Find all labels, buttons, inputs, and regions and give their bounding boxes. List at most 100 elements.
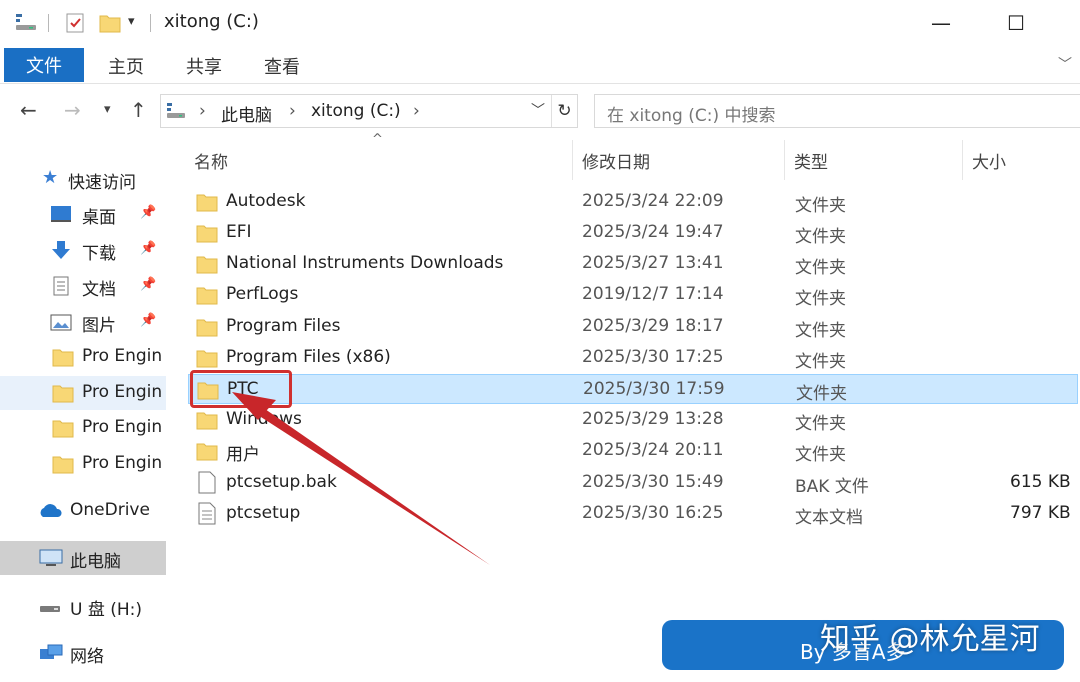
column-divider[interactable] — [572, 140, 573, 180]
search-input[interactable]: 在 xitong (C:) 中搜索 — [607, 101, 776, 126]
file-row-ptcsetup[interactable]: ptcsetup 2025/3/30 16:25 文本文档 797 KB — [188, 499, 1078, 529]
file-date: 2025/3/30 17:59 — [583, 379, 725, 399]
file-icon — [198, 471, 216, 494]
file-name: PerfLogs — [226, 284, 299, 304]
minimize-button[interactable]: — — [926, 10, 956, 36]
file-row-perflogs[interactable]: PerfLogs 2019/12/7 17:14 文件夹 — [188, 280, 1078, 310]
properties-icon[interactable] — [64, 12, 86, 34]
sidebar-item-pro-engineer-2[interactable]: Pro Engin — [0, 376, 166, 410]
sidebar-item-label: Pro Engin — [82, 382, 163, 402]
sidebar-item-desktop[interactable]: 桌面 📌 — [0, 197, 166, 231]
sidebar-item-documents[interactable]: 文档 📌 — [0, 269, 166, 303]
file-date: 2025/3/24 19:47 — [582, 222, 724, 242]
file-type: 文件夹 — [795, 196, 846, 216]
file-list: ^ 名称 修改日期 类型 大小 Autodesk 2025/3/24 22:09… — [176, 132, 1080, 682]
sidebar-item-onedrive[interactable]: OneDrive — [0, 494, 166, 528]
folder-icon — [52, 385, 74, 403]
pin-icon: 📌 — [140, 313, 157, 328]
sidebar-item-label: 文档 — [82, 280, 116, 300]
address-bar[interactable]: › 此电脑 › xitong (C:) › ﹀ ↻ — [160, 94, 578, 128]
file-name: ptcsetup — [226, 503, 301, 523]
new-folder-icon[interactable] — [98, 12, 122, 34]
maximize-button[interactable]: ☐ — [1001, 10, 1031, 36]
file-row-efi[interactable]: EFI 2025/3/24 19:47 文件夹 — [188, 218, 1078, 248]
file-date: 2025/3/27 13:41 — [582, 253, 724, 273]
column-header-name[interactable]: 名称 — [194, 148, 228, 173]
sidebar-item-label: Pro Engin — [82, 453, 163, 473]
sidebar-item-pro-engineer-1[interactable]: Pro Engin — [0, 340, 166, 374]
file-date: 2025/3/30 15:49 — [582, 472, 724, 492]
file-row-ptcsetup-bak[interactable]: ptcsetup.bak 2025/3/30 15:49 BAK 文件 615 … — [188, 468, 1078, 498]
recent-locations-button[interactable]: ▾ — [104, 102, 111, 117]
breadcrumb-chevron-icon[interactable]: › — [413, 101, 420, 121]
column-header-type[interactable]: 类型 — [794, 148, 828, 173]
back-button[interactable]: ← — [20, 98, 37, 122]
title-bar: ▾ xitong (C:) — ☐ — [0, 0, 1080, 44]
navigation-pane: ★ 快速访问 桌面 📌 下载 📌 文档 📌 图片 📌 Pro Engin Pro… — [0, 136, 166, 682]
column-header-modified[interactable]: 修改日期 — [582, 148, 650, 173]
file-type: 文件夹 — [795, 321, 846, 341]
file-size: 797 KB — [1010, 503, 1071, 523]
sidebar-item-this-pc[interactable]: 此电脑 — [0, 541, 166, 575]
sidebar-item-label: 网络 — [70, 647, 104, 667]
file-type: BAK 文件 — [795, 477, 869, 497]
refresh-icon[interactable]: ↻ — [551, 95, 577, 127]
file-row-program-files-x86[interactable]: Program Files (x86) 2025/3/30 17:25 文件夹 — [188, 343, 1078, 373]
sidebar-item-network[interactable]: 网络 — [0, 636, 166, 670]
column-divider[interactable] — [784, 140, 785, 180]
breadcrumb-drive[interactable]: xitong (C:) — [311, 101, 401, 121]
search-box[interactable]: 在 xitong (C:) 中搜索 — [594, 94, 1080, 128]
file-row-national-instruments[interactable]: National Instruments Downloads 2025/3/27… — [188, 249, 1078, 279]
column-divider[interactable] — [962, 140, 963, 180]
address-dropdown-icon[interactable]: ﹀ — [527, 100, 549, 120]
file-row-users[interactable]: 用户 2025/3/24 20:11 文件夹 — [188, 436, 1078, 466]
sidebar-item-quick-access[interactable]: ★ 快速访问 — [0, 162, 166, 196]
file-type: 文件夹 — [795, 289, 846, 309]
folder-icon — [196, 225, 218, 243]
computer-icon — [39, 549, 63, 566]
forward-button[interactable]: → — [64, 98, 81, 122]
drive-icon — [16, 14, 36, 30]
watermark-text: 知乎 @林允星河 — [820, 622, 1040, 657]
folder-icon — [52, 456, 74, 474]
column-header-size[interactable]: 大小 — [972, 148, 1006, 173]
expand-ribbon-icon[interactable]: ﹀ — [1058, 54, 1072, 74]
file-type: 文件夹 — [795, 258, 846, 278]
pin-icon: 📌 — [140, 277, 157, 292]
folder-icon — [196, 443, 218, 461]
breadcrumb-chevron-icon[interactable]: › — [199, 101, 206, 121]
file-name: EFI — [226, 222, 252, 242]
tab-share[interactable]: 共享 — [186, 53, 222, 79]
sidebar-item-pictures[interactable]: 图片 📌 — [0, 305, 166, 339]
sidebar-item-label: Pro Engin — [82, 346, 163, 366]
up-button[interactable]: ↑ — [130, 98, 147, 122]
breadcrumb-chevron-icon[interactable]: › — [289, 101, 296, 121]
file-date: 2025/3/24 22:09 — [582, 191, 724, 211]
folder-icon — [196, 412, 218, 430]
file-row-autodesk[interactable]: Autodesk 2025/3/24 22:09 文件夹 — [188, 187, 1078, 217]
tab-view[interactable]: 查看 — [264, 53, 300, 79]
file-type: 文本文档 — [795, 508, 863, 528]
ribbon: 文件 主页 共享 查看 ﹀ — [0, 44, 1080, 84]
sidebar-item-label: Pro Engin — [82, 417, 163, 437]
breadcrumb-this-pc[interactable]: 此电脑 — [221, 101, 272, 126]
file-row-ptc[interactable]: PTC 2025/3/30 17:59 文件夹 — [188, 374, 1078, 404]
sidebar-item-usb-drive[interactable]: U 盘 (H:) — [0, 589, 166, 623]
folder-icon — [196, 350, 218, 368]
sidebar-item-label: 下载 — [82, 244, 116, 264]
file-name: ptcsetup.bak — [226, 472, 337, 492]
tab-home[interactable]: 主页 — [108, 53, 144, 79]
sidebar-item-pro-engineer-3[interactable]: Pro Engin — [0, 411, 166, 445]
file-size: 615 KB — [1010, 472, 1071, 492]
customize-toolbar-icon[interactable]: ▾ — [128, 14, 135, 29]
pin-icon: 📌 — [140, 241, 157, 256]
file-row-program-files[interactable]: Program Files 2025/3/29 18:17 文件夹 — [188, 312, 1078, 342]
tab-file[interactable]: 文件 — [4, 48, 84, 82]
sidebar-item-pro-engineer-4[interactable]: Pro Engin — [0, 447, 166, 481]
file-row-windows[interactable]: Windows 2025/3/29 13:28 文件夹 — [188, 405, 1078, 435]
folder-icon — [197, 382, 219, 400]
sidebar-item-label: U 盘 (H:) — [70, 600, 143, 620]
sidebar-item-downloads[interactable]: 下载 📌 — [0, 233, 166, 267]
file-name: Program Files — [226, 316, 341, 336]
folder-icon — [196, 287, 218, 305]
